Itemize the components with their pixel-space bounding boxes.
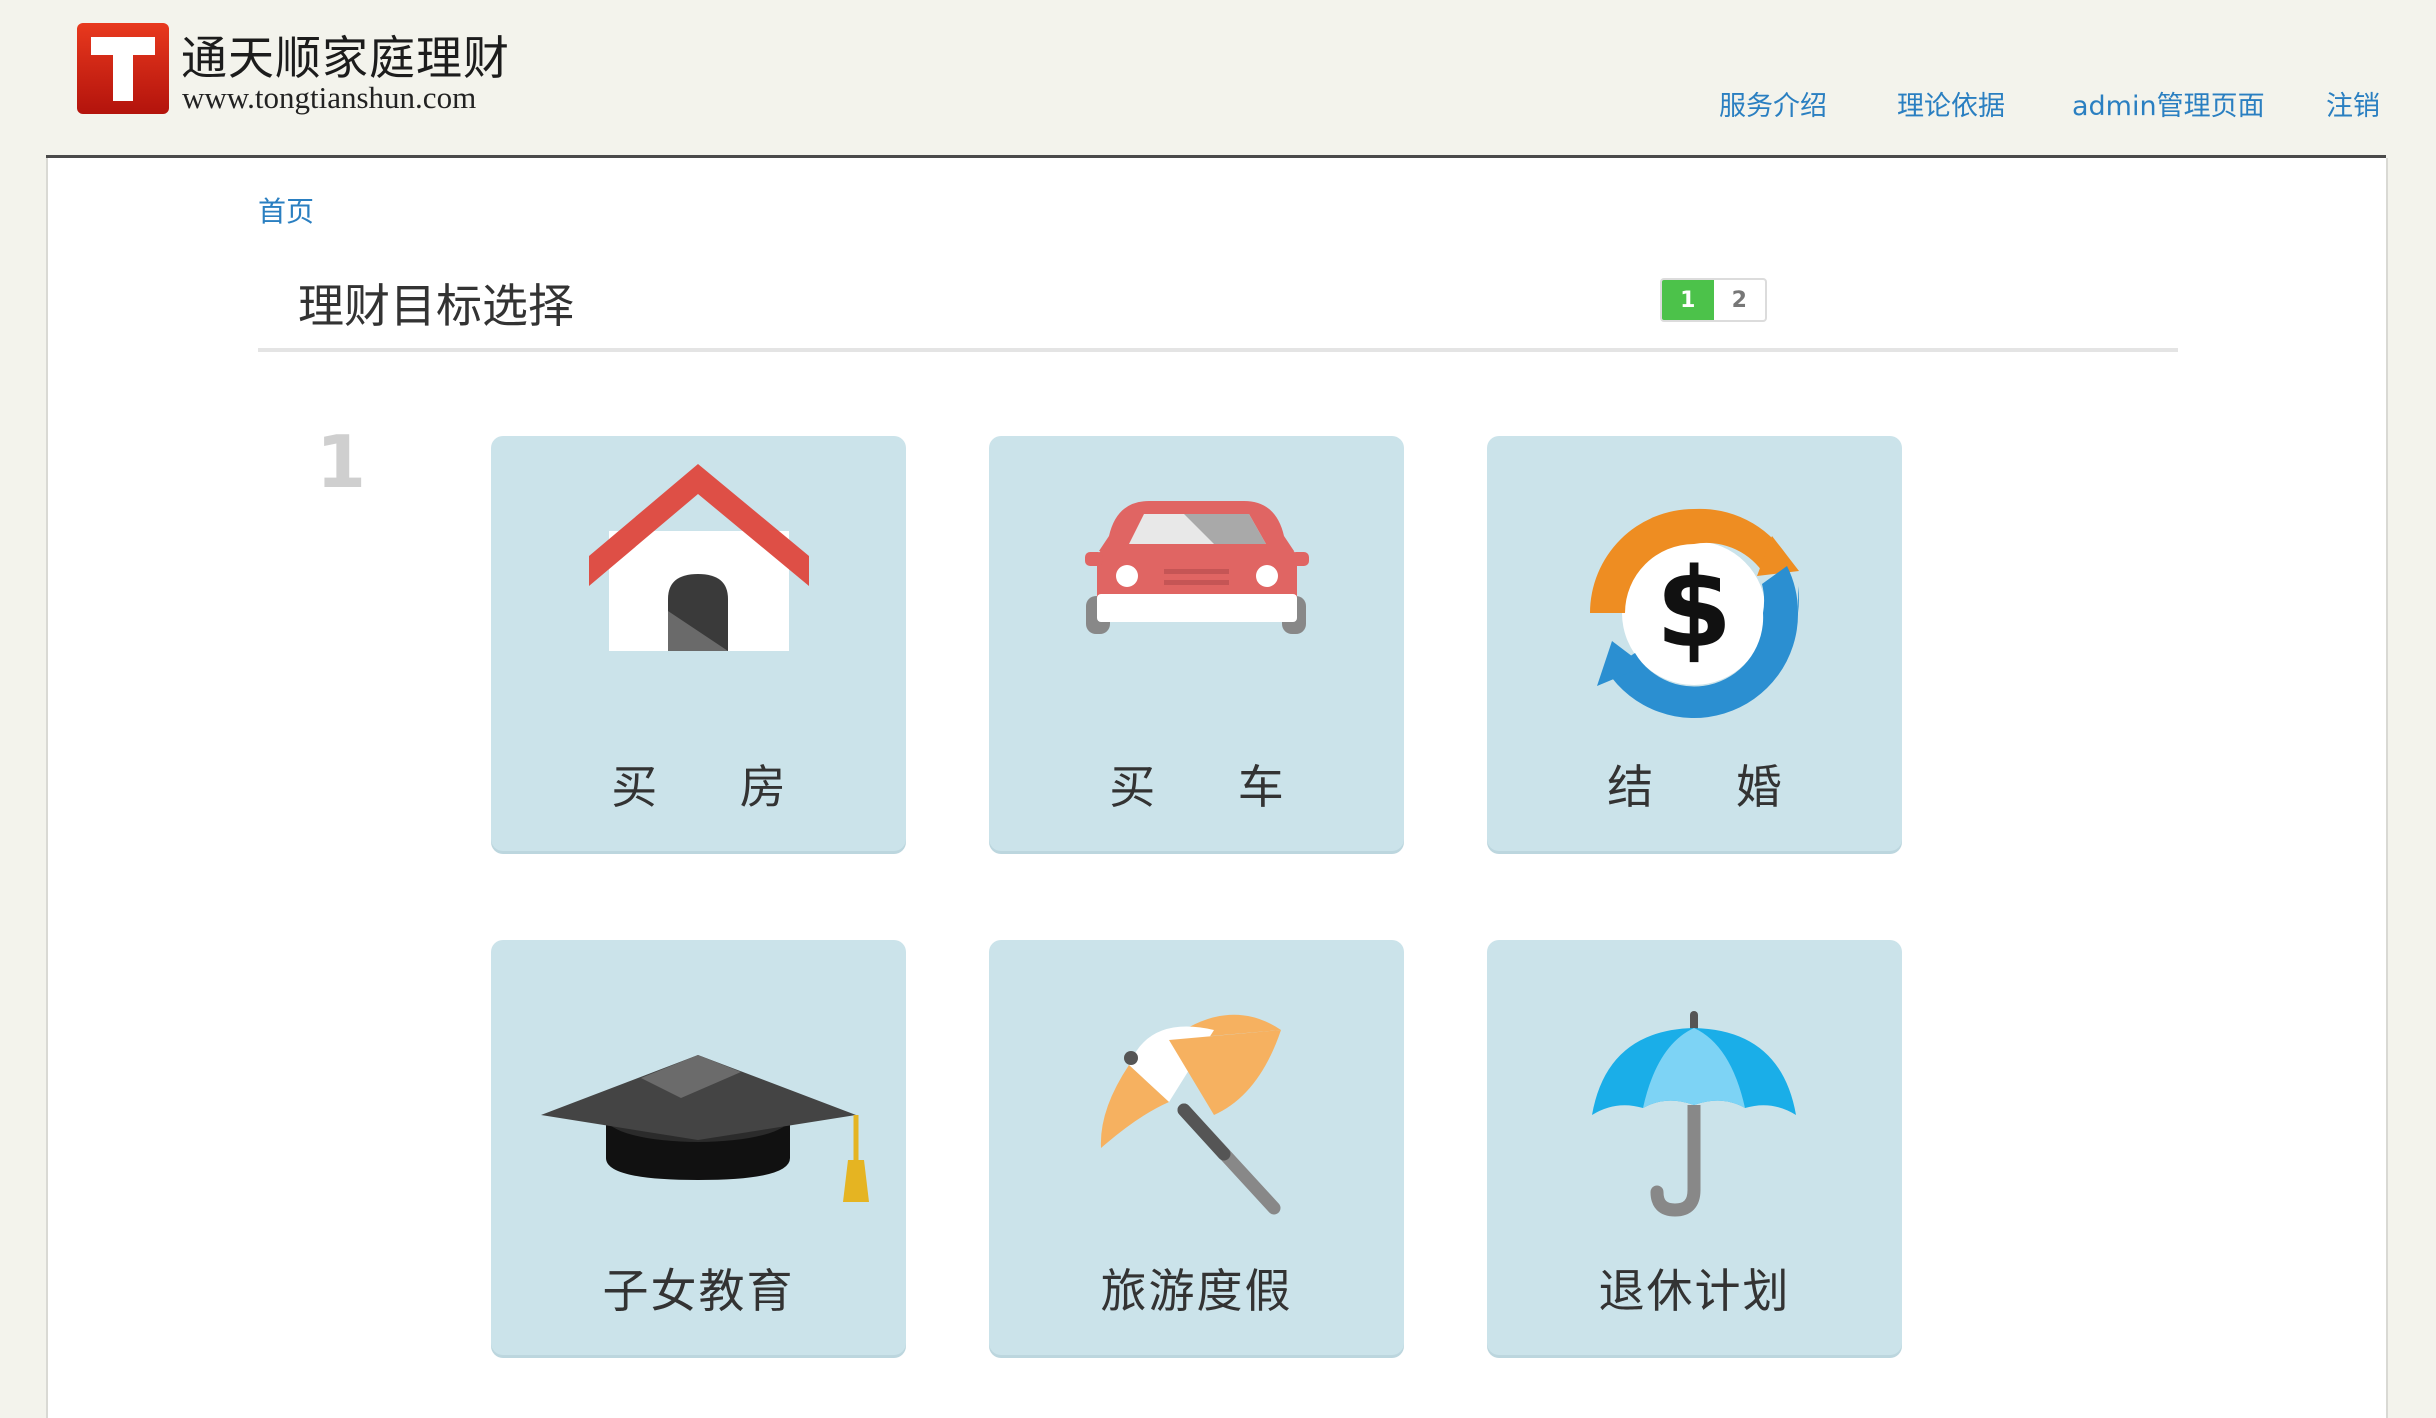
goal-card-retirement[interactable]: 退休计划: [1487, 940, 1902, 1355]
nav-services-link[interactable]: 服务介绍: [1719, 84, 1827, 123]
goal-card-vacation[interactable]: 旅游度假: [989, 940, 1404, 1355]
step-1[interactable]: 1: [1662, 280, 1714, 320]
nav-admin-link[interactable]: admin管理页面: [2072, 84, 2265, 123]
step-indicator: 1 2: [1660, 278, 1767, 322]
nav-logout-link[interactable]: 注销: [2326, 84, 2380, 123]
goal-card-car[interactable]: 买 车: [989, 436, 1404, 851]
step-2[interactable]: 2: [1714, 280, 1766, 320]
graduation-cap-icon: [541, 1055, 869, 1202]
goal-label-education: 子女教育: [602, 1264, 795, 1318]
logo-icon[interactable]: [77, 23, 169, 114]
brand-url: www.tongtianshun.com: [182, 80, 477, 115]
goal-label-car: 买 车: [1109, 760, 1318, 814]
umbrella-icon: [1592, 1011, 1796, 1217]
brand-name: 通天顺家庭理财: [181, 31, 510, 85]
goal-label-vacation: 旅游度假: [1100, 1264, 1293, 1318]
beach-umbrella-icon: [1100, 1014, 1281, 1215]
goal-label-retirement: 退休计划: [1598, 1264, 1791, 1318]
goal-card-wedding[interactable]: $ 结 婚: [1487, 436, 1902, 851]
house-icon: [589, 464, 809, 651]
goal-card-house[interactable]: 买 房: [491, 436, 906, 851]
car-icon: [1085, 501, 1309, 634]
group-number: 1: [316, 420, 367, 504]
goal-card-education[interactable]: 子女教育: [491, 940, 906, 1355]
title-divider: [258, 348, 2178, 352]
goal-label-house: 买 房: [611, 760, 820, 814]
site-header: 通天顺家庭理财 www.tongtianshun.com 服务介绍 理论依据 a…: [0, 0, 2436, 155]
main-panel: 首页 理财目标选择 1 2 1 买 房 买 车 $ 结 婚 子女教育 旅游度假 …: [46, 158, 2388, 1418]
dollar-exchange-icon: $: [1590, 508, 1799, 719]
page-title: 理财目标选择: [298, 279, 574, 333]
nav-theory-link[interactable]: 理论依据: [1897, 84, 2005, 123]
goal-label-wedding: 结 婚: [1607, 760, 1816, 814]
svg-text:$: $: [1656, 544, 1733, 672]
breadcrumb-home-link[interactable]: 首页: [258, 190, 314, 230]
